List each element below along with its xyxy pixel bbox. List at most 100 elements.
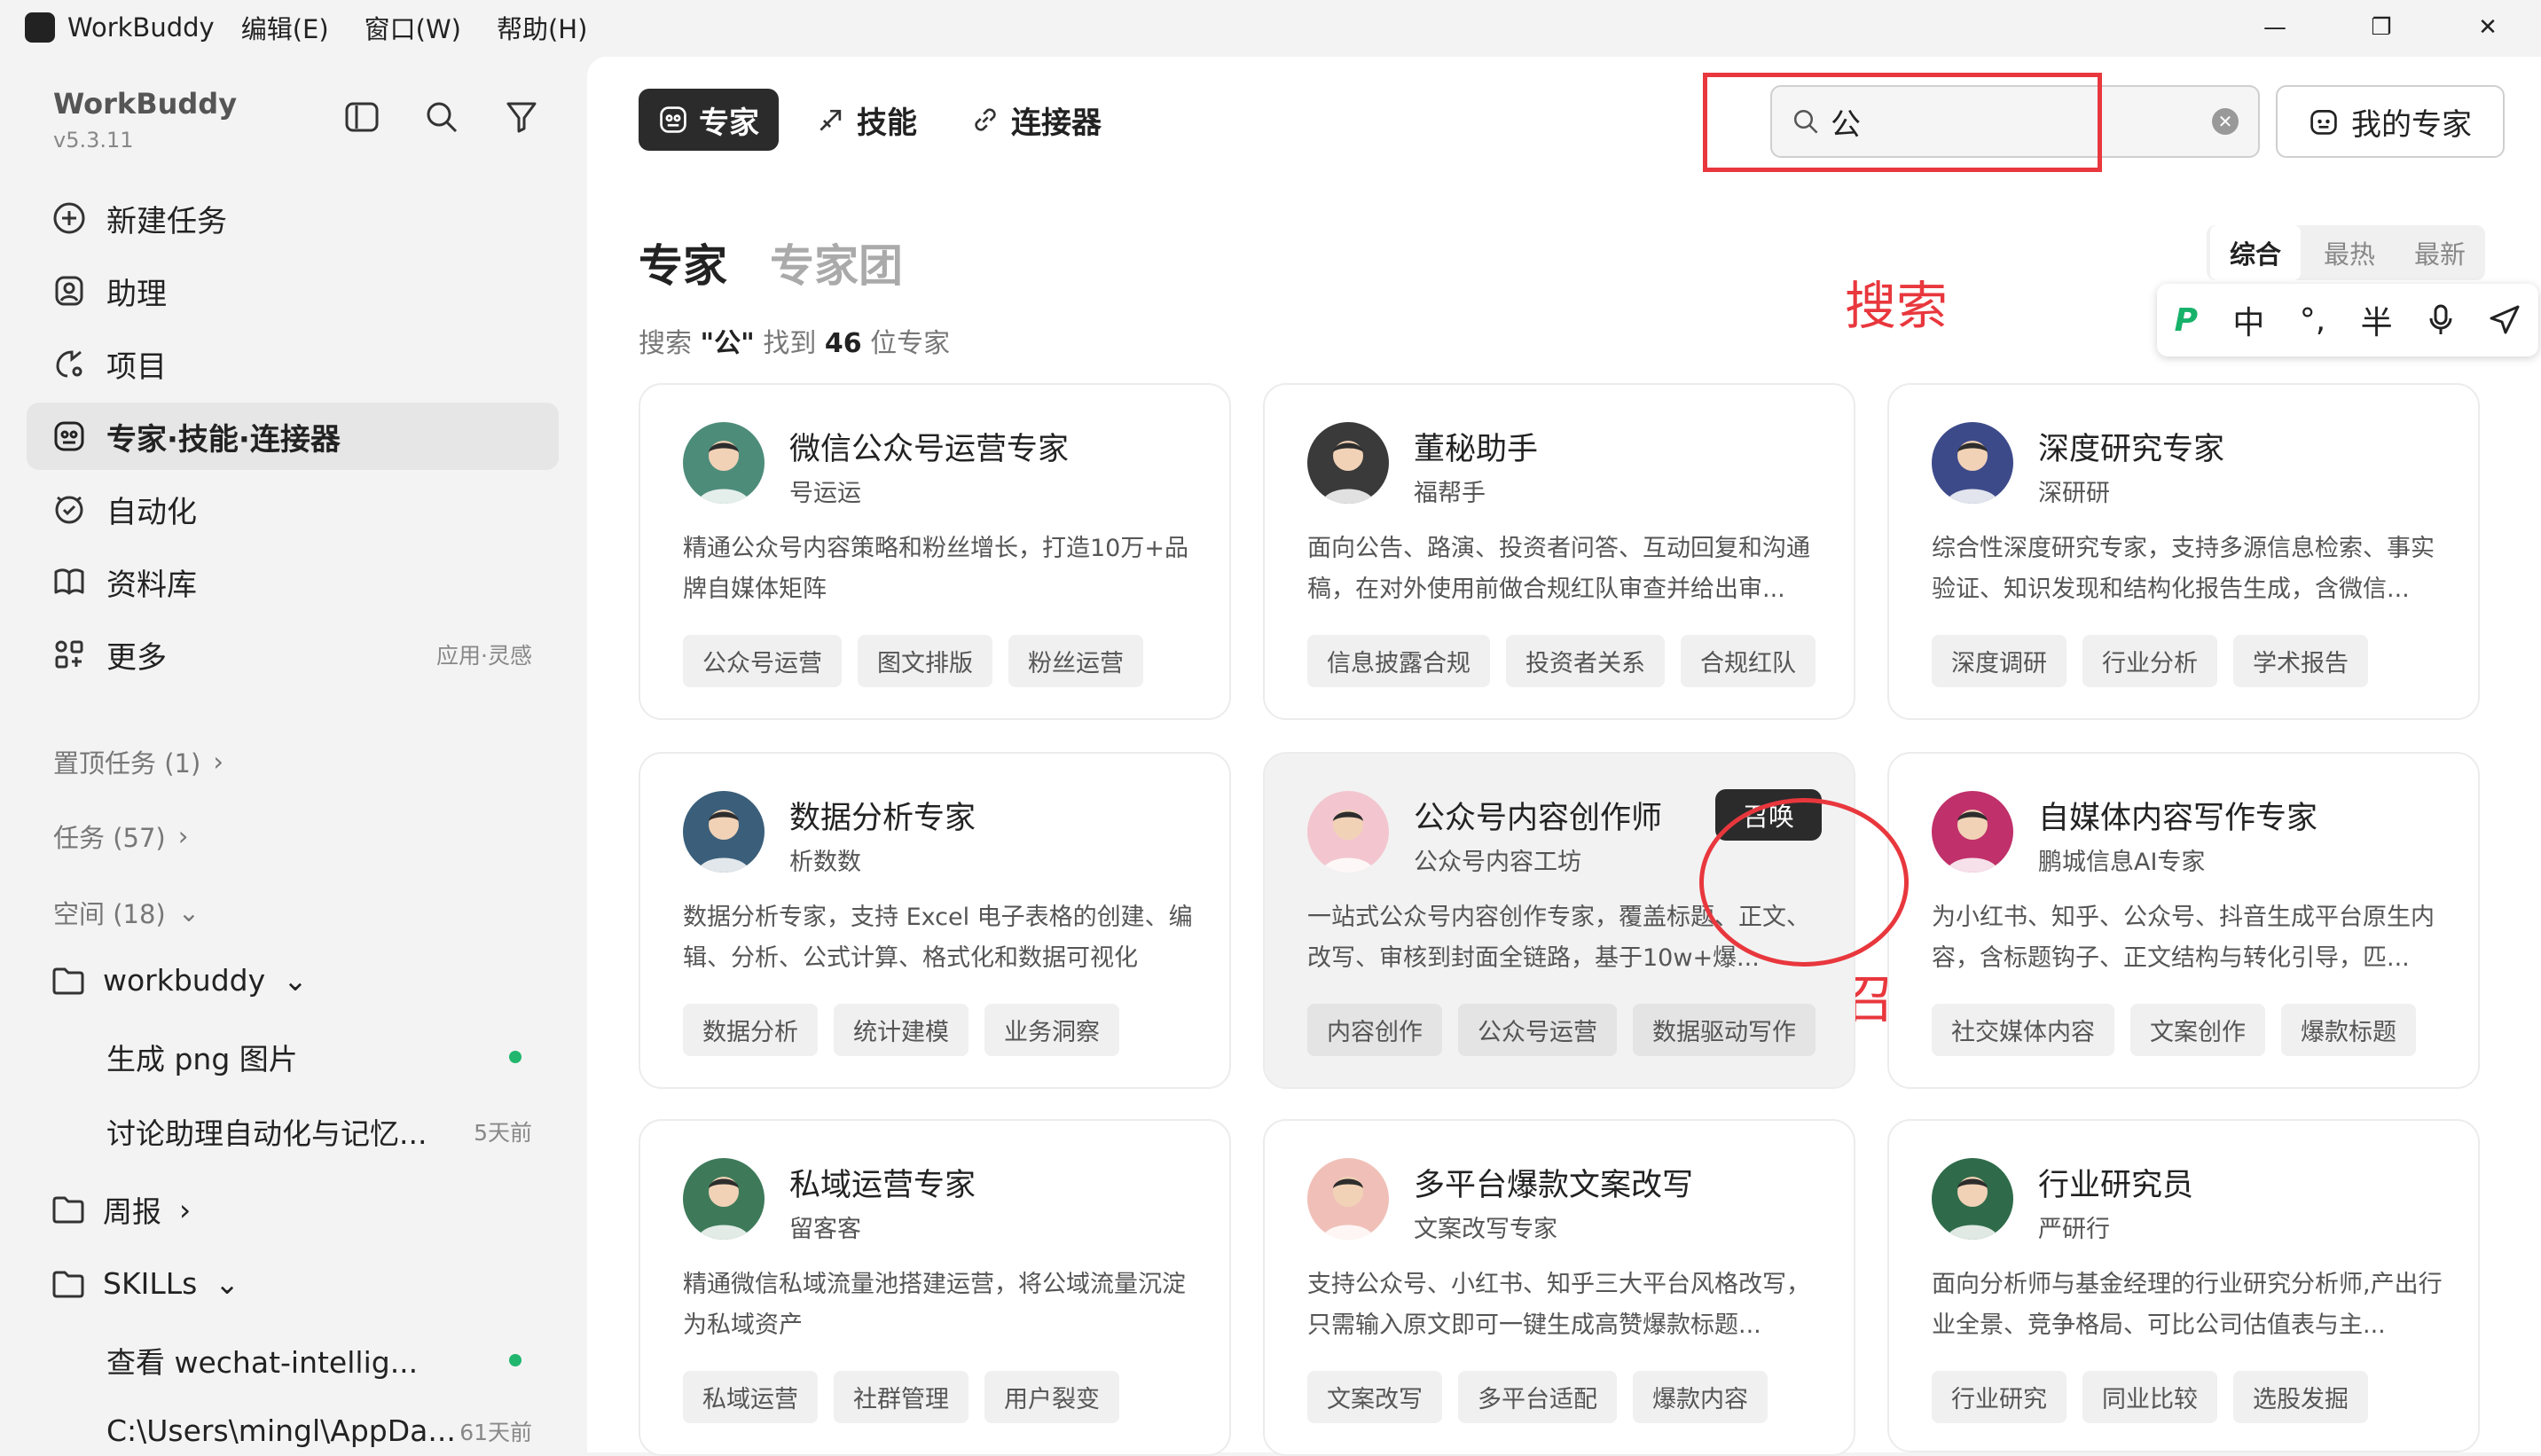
annotation-search-label: 搜索 xyxy=(1845,276,1949,336)
folder-workbuddy[interactable]: workbuddy ⌄ xyxy=(51,963,308,998)
filter-icon[interactable] xyxy=(504,99,539,135)
main-panel: 专家 技能 连接器 ✕ 我的专家 专家 专家团 综合 最热 最新 搜索 "公" … xyxy=(587,57,2541,1456)
expert-subtitle: 号运运 xyxy=(789,480,861,507)
expert-tag[interactable]: 多平台适配 xyxy=(1458,1371,1617,1423)
avatar xyxy=(1307,791,1389,873)
expert-card[interactable]: 私域运营专家 留客客 精通微信私域流量池搭建运营，将公域流量沉淀为私域资产 私域… xyxy=(639,1119,1231,1456)
task-item[interactable]: C:\Users\mingl\AppDa... 61天前 xyxy=(106,1413,541,1448)
folder-label: 周报 xyxy=(103,1194,161,1229)
expert-tag[interactable]: 投资者关系 xyxy=(1506,635,1665,687)
expert-tag[interactable]: 合规红队 xyxy=(1681,635,1816,687)
nav-label: 新建任务 xyxy=(106,203,227,239)
nav-library[interactable]: 资料库 xyxy=(27,548,559,615)
sort-newest[interactable]: 最新 xyxy=(2395,234,2485,271)
expert-card[interactable]: 多平台爆款文案改写 文案改写专家 支持公众号、小红书、知乎三大平台风格改写，只需… xyxy=(1263,1119,1855,1456)
expert-subtitle: 严研行 xyxy=(2038,1216,2110,1243)
status-dot xyxy=(509,1051,522,1063)
expert-card[interactable]: 微信公众号运营专家 号运运 精通公众号内容策略和粉丝增长，打造10万+品牌自媒体… xyxy=(639,383,1231,720)
expert-tag[interactable]: 爆款标题 xyxy=(2281,1004,2416,1056)
my-experts-button[interactable]: 我的专家 xyxy=(2276,85,2505,158)
task-label: 查看 wechat-intellig... xyxy=(106,1345,419,1380)
expert-name: 董秘助手 xyxy=(1414,432,1539,467)
ime-chinese[interactable]: 中 xyxy=(2232,297,2264,343)
annotation-search-box xyxy=(1703,73,2102,172)
folder-weekly[interactable]: 周报 › xyxy=(51,1188,191,1231)
nav-experts-skills-connectors[interactable]: 专家·技能·连接器 xyxy=(27,403,559,470)
expert-subtitle: 文案改写专家 xyxy=(1414,1216,1557,1243)
nav-new-task[interactable]: 新建任务 xyxy=(27,184,559,252)
expert-tag[interactable]: 爆款内容 xyxy=(1633,1371,1768,1423)
expert-tag[interactable]: 用户裂变 xyxy=(984,1371,1119,1423)
expert-tag[interactable]: 社交媒体内容 xyxy=(1932,1004,2114,1056)
heading-experts[interactable]: 专家 xyxy=(639,231,727,294)
folder-skills[interactable]: SKILLs ⌄ xyxy=(51,1266,239,1301)
expert-tag[interactable]: 数据驱动写作 xyxy=(1633,1004,1816,1056)
nav-label: 助理 xyxy=(106,276,167,312)
expert-tag[interactable]: 同业比较 xyxy=(2082,1371,2217,1423)
tab-experts[interactable]: 专家 xyxy=(639,89,779,151)
expert-card[interactable]: 自媒体内容写作专家 鹏城信息AI专家 为小红书、知乎、公众号、抖音生成平台原生内… xyxy=(1887,752,2480,1089)
expert-tag[interactable]: 信息披露合规 xyxy=(1307,635,1490,687)
ime-half[interactable]: 半 xyxy=(2361,297,2393,343)
menu-help[interactable]: 帮助(H) xyxy=(497,9,587,46)
expert-tag[interactable]: 图文排版 xyxy=(858,635,992,687)
ime-logo-icon[interactable]: P xyxy=(2175,302,2198,339)
expert-card[interactable]: 深度研究专家 深研研 综合性深度研究专家，支持多源信息检索、事实验证、知识发现和… xyxy=(1887,383,2480,720)
minimize-button[interactable]: — xyxy=(2222,0,2328,55)
send-icon[interactable] xyxy=(2489,304,2521,336)
expert-tag[interactable]: 数据分析 xyxy=(683,1004,818,1056)
expert-tag[interactable]: 业务洞察 xyxy=(984,1004,1119,1056)
expert-tag[interactable]: 内容创作 xyxy=(1307,1004,1442,1056)
expert-tag[interactable]: 公众号运营 xyxy=(1458,1004,1617,1056)
search-icon[interactable] xyxy=(424,99,459,135)
expert-tags: 信息披露合规 投资者关系 合规红队 xyxy=(1307,635,1816,687)
ime-punct[interactable]: °, xyxy=(2300,302,2325,339)
expert-card[interactable]: 行业研究员 严研行 面向分析师与基金经理的行业研究分析师,产出行业全景、竞争格局… xyxy=(1887,1119,2480,1452)
menu-window[interactable]: 窗口(W) xyxy=(365,9,461,46)
task-item[interactable]: 生成 png 图片 xyxy=(106,1036,541,1078)
task-item[interactable]: 讨论助理自动化与记忆... 5天前 xyxy=(106,1110,541,1153)
nav-project[interactable]: 项目 xyxy=(27,330,559,397)
section-spaces[interactable]: 空间 (18) ⌄ xyxy=(53,894,200,931)
expert-tag[interactable]: 行业研究 xyxy=(1932,1371,2067,1423)
close-button[interactable]: ✕ xyxy=(2435,0,2541,55)
expert-tag[interactable]: 统计建模 xyxy=(834,1004,969,1056)
nav-more[interactable]: 更多 应用·灵感 xyxy=(27,621,559,688)
clear-icon[interactable]: ✕ xyxy=(2212,108,2239,135)
task-item[interactable]: 查看 wechat-intellig... xyxy=(106,1339,541,1382)
expert-card[interactable]: 董秘助手 福帮手 面向公告、路演、投资者问答、互动回复和沟通稿，在对外使用前做合… xyxy=(1263,383,1855,720)
tab-connectors[interactable]: 连接器 xyxy=(951,89,1121,151)
section-pinned-tasks[interactable]: 置顶任务 (1) › xyxy=(53,743,224,780)
expert-tag[interactable]: 行业分析 xyxy=(2082,635,2217,687)
avatar xyxy=(1932,422,2013,504)
maximize-button[interactable]: ❐ xyxy=(2328,0,2435,55)
heading-expert-teams[interactable]: 专家团 xyxy=(770,231,903,294)
expert-tag[interactable]: 学术报告 xyxy=(2233,635,2368,687)
expert-tag[interactable]: 粉丝运营 xyxy=(1008,635,1143,687)
avatar xyxy=(1932,1158,2013,1240)
expert-tag[interactable]: 公众号运营 xyxy=(683,635,842,687)
nav-label: 资料库 xyxy=(106,567,197,603)
expert-tag[interactable]: 文案改写 xyxy=(1307,1371,1442,1423)
expert-subtitle: 析数数 xyxy=(789,849,861,876)
title-bar: WorkBuddy 编辑(E) 窗口(W) 帮助(H) — ❐ ✕ xyxy=(0,0,2541,55)
expert-card[interactable]: 数据分析专家 析数数 数据分析专家，支持 Excel 电子表格的创建、编辑、分析… xyxy=(639,752,1231,1089)
sidebar-brand: WorkBuddy xyxy=(53,87,238,121)
expert-tag[interactable]: 深度调研 xyxy=(1932,635,2067,687)
sort-hottest[interactable]: 最热 xyxy=(2304,234,2395,271)
sort-comprehensive[interactable]: 综合 xyxy=(2210,225,2301,280)
mic-icon[interactable] xyxy=(2427,304,2454,336)
nav-assistant[interactable]: 助理 xyxy=(27,257,559,325)
expert-tag[interactable]: 选股发掘 xyxy=(2233,1371,2368,1423)
nav-automation[interactable]: 自动化 xyxy=(27,475,559,543)
toggle-sidebar-icon[interactable] xyxy=(344,99,380,135)
section-tasks[interactable]: 任务 (57) › xyxy=(53,818,188,855)
expert-tag[interactable]: 社群管理 xyxy=(834,1371,969,1423)
menu-edit[interactable]: 编辑(E) xyxy=(241,9,329,46)
expert-tag[interactable]: 私域运营 xyxy=(683,1371,818,1423)
expert-tag[interactable]: 文案创作 xyxy=(2130,1004,2265,1056)
expert-name: 微信公众号运营专家 xyxy=(789,432,1070,467)
expert-name: 数据分析专家 xyxy=(789,801,976,836)
tab-skills[interactable]: 技能 xyxy=(796,89,937,151)
expert-subtitle: 鹏城信息AI专家 xyxy=(2038,849,2206,876)
